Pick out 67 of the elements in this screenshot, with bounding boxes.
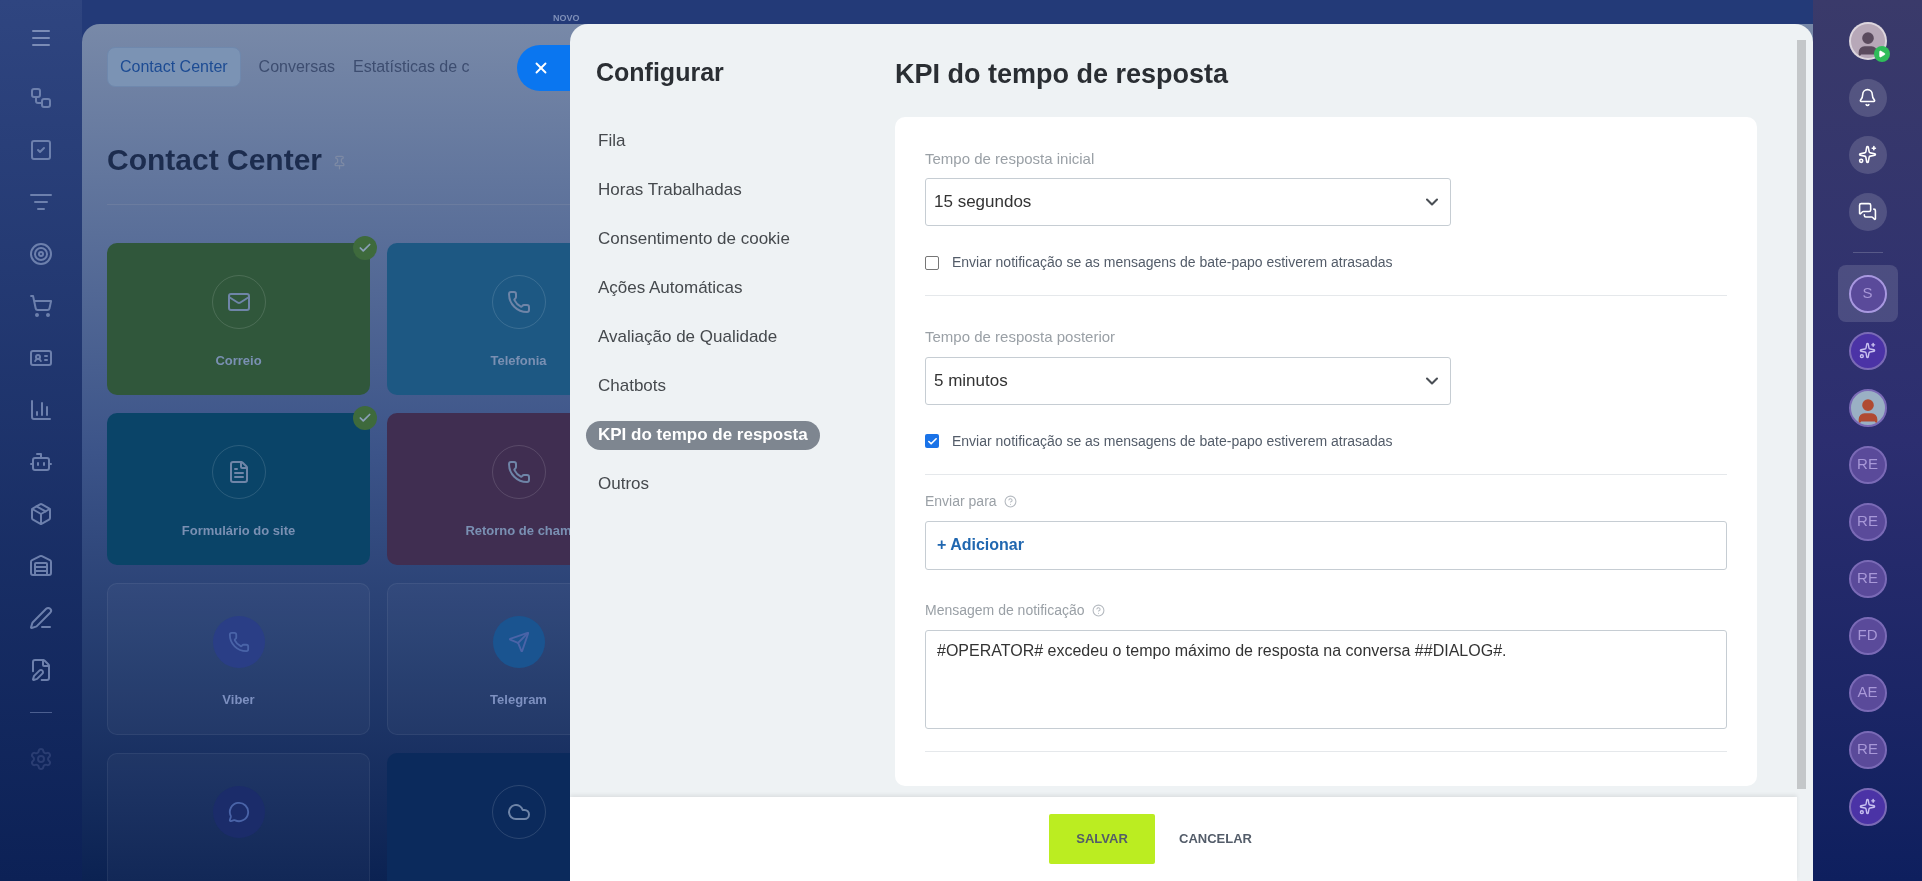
field-label: Tempo de resposta inicial xyxy=(925,148,1096,169)
chat-initials[interactable]: FD xyxy=(1848,616,1887,655)
tile-label: Retorno de cham xyxy=(465,522,572,540)
chat-initials[interactable]: RE xyxy=(1848,730,1887,769)
settings-menu-item[interactable]: Horas Trabalhadas xyxy=(586,175,754,205)
avatar[interactable] xyxy=(1848,388,1887,427)
chat-initials[interactable]: S xyxy=(1848,274,1887,313)
channel-tile[interactable]: Formulário do site xyxy=(107,413,370,565)
sparkle-icon xyxy=(1858,145,1877,164)
close-button[interactable] xyxy=(517,45,570,91)
time-select[interactable]: 15 segundos xyxy=(925,178,1451,226)
workflow-icon[interactable] xyxy=(29,86,53,110)
chat-initials[interactable]: RE xyxy=(1848,445,1887,484)
sparkle-button[interactable] xyxy=(1848,135,1887,174)
chat-initials[interactable]: RE xyxy=(1848,559,1887,598)
channel-tile[interactable]: Viber xyxy=(107,583,370,735)
cancel-button[interactable]: CANCELAR xyxy=(1173,814,1258,864)
page-title: Contact Center xyxy=(107,142,323,178)
tile-label: Telefonia xyxy=(490,352,547,370)
add-link[interactable]: + Adicionar xyxy=(937,533,1024,557)
save-button[interactable]: SALVAR xyxy=(1049,814,1155,864)
settings-menu-item[interactable]: Fila xyxy=(586,126,638,156)
recipients-field[interactable]: + Adicionar xyxy=(925,520,1727,570)
message-textarea[interactable]: #OPERATOR# excedeu o tempo máximo de resposta na conversa ##DIALOG#. xyxy=(925,629,1727,729)
settings-title: Configurar xyxy=(595,57,725,88)
checkbox[interactable] xyxy=(925,434,939,448)
tile-label: Viber xyxy=(222,691,255,709)
field-label: Tempo de resposta posterior xyxy=(925,327,1117,347)
document-edit-icon[interactable] xyxy=(29,658,53,682)
cart-icon[interactable] xyxy=(29,294,53,318)
sparkle-icon xyxy=(1859,342,1876,359)
settings-menu-item[interactable]: KPI do tempo de resposta xyxy=(586,420,820,450)
chat-bubbles-icon xyxy=(1858,202,1877,221)
help-icon[interactable] xyxy=(1091,603,1105,617)
paper-plane-icon xyxy=(492,616,545,668)
chat-initials[interactable]: AE xyxy=(1848,673,1887,712)
target-icon[interactable] xyxy=(29,242,53,266)
channel-tile[interactable] xyxy=(107,753,370,881)
chart-icon[interactable] xyxy=(29,398,53,422)
warehouse-icon[interactable] xyxy=(29,554,53,578)
checkbox[interactable] xyxy=(925,255,939,270)
time-select[interactable]: 5 minutos xyxy=(925,356,1451,405)
field-label: Mensagem de notificação xyxy=(925,600,1085,620)
tile-label: Formulário do site xyxy=(181,522,296,540)
field-label: Enviar para xyxy=(925,491,997,511)
chat-button[interactable] xyxy=(1848,192,1887,231)
notification-button[interactable] xyxy=(1848,78,1887,117)
page-tab[interactable]: Contact Center xyxy=(107,47,241,87)
bell-icon xyxy=(1858,88,1877,107)
task-icon[interactable] xyxy=(29,138,53,162)
tile-label: Telegram xyxy=(490,691,547,709)
chat-initials[interactable]: RE xyxy=(1848,502,1887,541)
pencil-icon[interactable] xyxy=(29,606,53,630)
channel-tile[interactable]: Correio xyxy=(107,243,370,395)
sparkle-chat-button[interactable] xyxy=(1848,787,1887,826)
sparkle-chat-button[interactable] xyxy=(1848,331,1887,370)
new-label: NOVO xyxy=(553,12,580,25)
box-icon[interactable] xyxy=(29,502,53,526)
checkbox-label[interactable]: Enviar notificação se as mensagens de bate-papo estiverem atrasadas xyxy=(952,252,1393,273)
help-icon[interactable] xyxy=(1003,494,1017,508)
tile-label: Correio xyxy=(215,352,262,370)
checkbox-label[interactable]: Enviar notificação se as mensagens de bate-papo estiverem atrasadas xyxy=(952,430,1393,452)
sparkle-icon xyxy=(1859,798,1876,815)
robot-icon[interactable] xyxy=(29,450,53,474)
section-title: KPI do tempo de resposta xyxy=(895,58,1230,91)
scrollbar[interactable] xyxy=(1797,40,1806,789)
play-icon xyxy=(1873,45,1890,62)
